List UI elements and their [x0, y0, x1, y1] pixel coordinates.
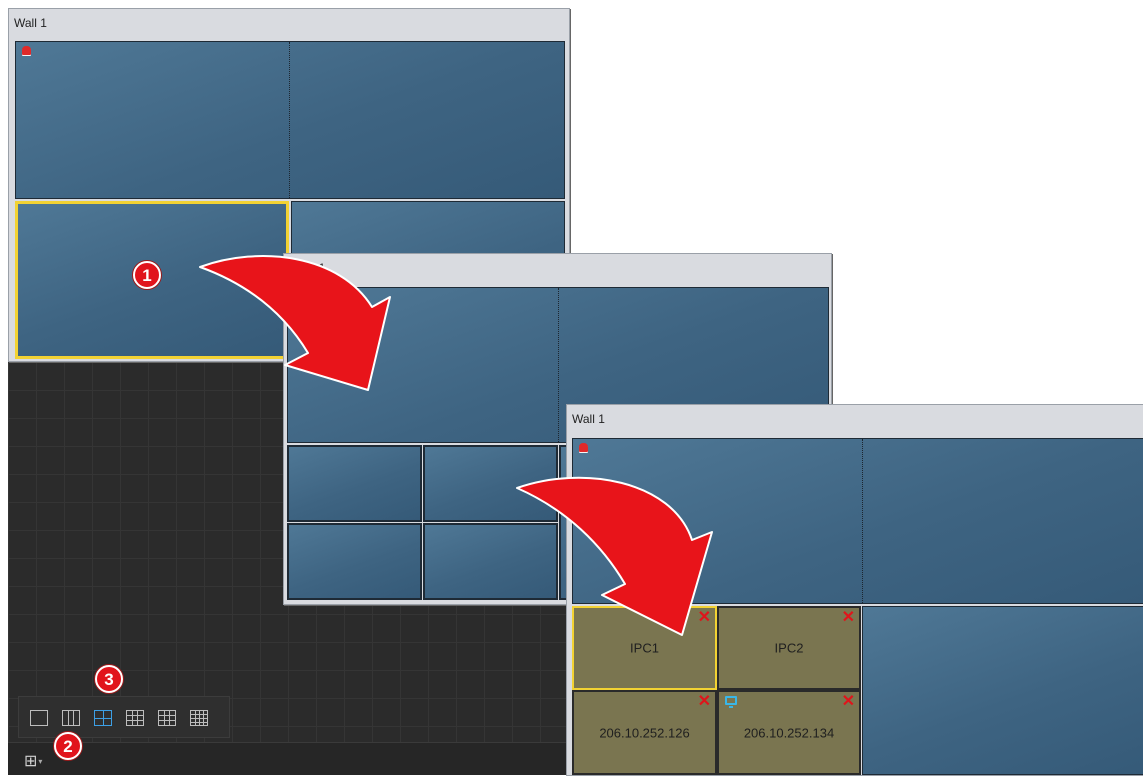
alarm-icon: [579, 443, 588, 452]
arrow-step2-icon: [516, 476, 713, 636]
camera-cell-3[interactable]: ✕ 206.10.252.126: [572, 690, 717, 775]
step-badge-1: 1: [133, 261, 161, 289]
arrow-step1-icon: [199, 255, 391, 391]
camera-cell-label: 206.10.252.126: [599, 725, 690, 740]
wall-tile-top[interactable]: [15, 41, 565, 199]
close-icon[interactable]: ✕: [842, 694, 855, 710]
layout-3x3-alt-icon[interactable]: [126, 710, 144, 726]
step-badge-2: 2: [54, 732, 82, 760]
layout-1x1-icon[interactable]: [30, 710, 48, 726]
layout-popup: [18, 696, 230, 738]
camera-cell-label: 206.10.252.134: [743, 725, 835, 740]
close-icon[interactable]: ✕: [842, 610, 855, 626]
tile-divider: [862, 439, 863, 603]
camera-cell-4[interactable]: ✕ 206.10.252.134: [717, 690, 861, 775]
layout-menu-button[interactable]: ⊞▾: [24, 752, 54, 770]
wall-tile-small[interactable]: [287, 445, 422, 522]
layout-2x2-icon[interactable]: [94, 710, 112, 726]
wall-tile-large[interactable]: [862, 606, 1143, 775]
layout-1x3-icon[interactable]: [62, 710, 80, 726]
layout-4x4-icon[interactable]: [190, 710, 208, 726]
bottom-toolbar: [8, 742, 568, 775]
tile-divider: [558, 288, 559, 442]
wall-title: Wall 1: [572, 412, 605, 426]
camera-cell-2[interactable]: ✕ IPC2: [717, 606, 861, 690]
step-badge-3: 3: [95, 665, 123, 693]
close-icon[interactable]: ✕: [698, 694, 711, 710]
layout-3x3-icon[interactable]: [158, 710, 176, 726]
monitor-icon: [725, 696, 737, 708]
alarm-icon: [22, 46, 31, 55]
grid-icon: ⊞: [24, 753, 38, 770]
camera-cell-label: IPC2: [774, 640, 804, 656]
wall-tile-small[interactable]: [287, 523, 422, 600]
tile-divider: [289, 42, 290, 198]
wall-title: Wall 1: [14, 16, 47, 30]
chevron-down-icon: ▾: [38, 757, 43, 767]
